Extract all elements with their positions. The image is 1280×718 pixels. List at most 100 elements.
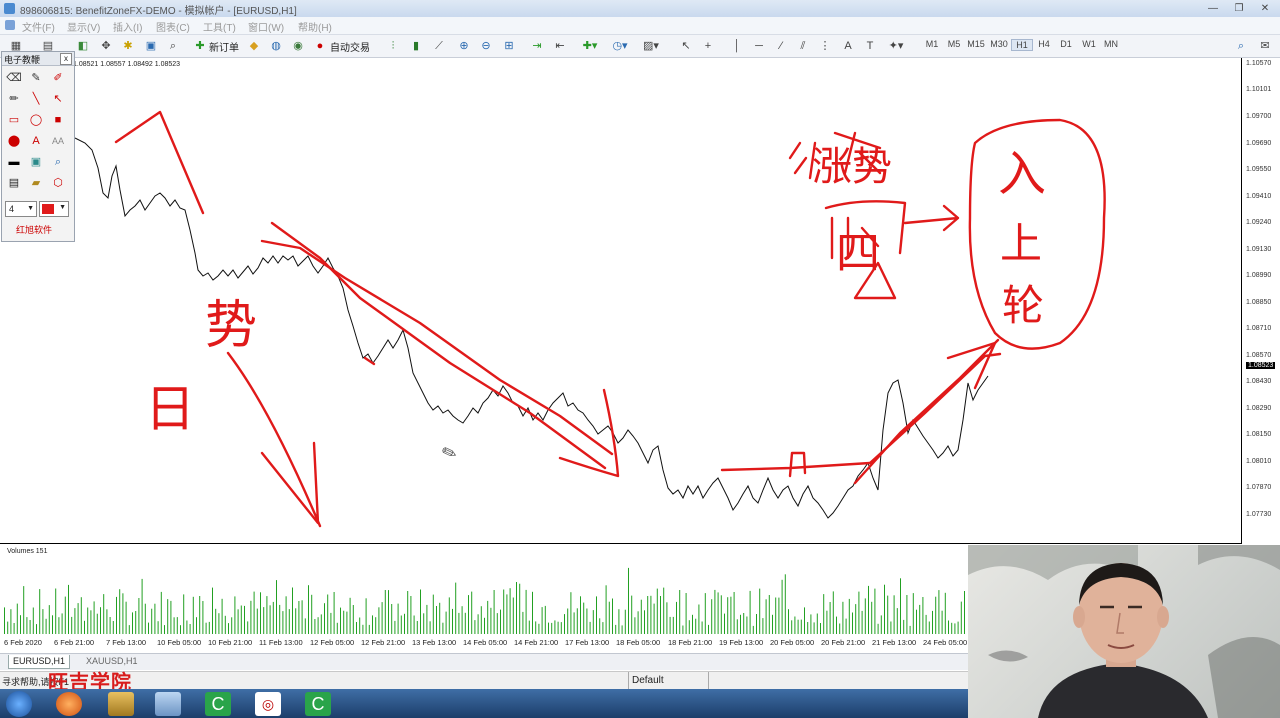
- start-button-icon[interactable]: [6, 691, 32, 717]
- line-chart-icon[interactable]: ⟋: [431, 38, 447, 54]
- app-c-icon[interactable]: C: [205, 692, 231, 716]
- browser-icon[interactable]: [56, 692, 82, 716]
- fibonacci-icon[interactable]: ⋮: [818, 38, 832, 54]
- volume-bar: [279, 604, 281, 634]
- ellipse-icon[interactable]: ◯: [28, 113, 44, 127]
- timeframe-mn[interactable]: MN: [1101, 39, 1121, 49]
- terminal-icon[interactable]: ▣: [143, 38, 159, 54]
- menu-help[interactable]: 帮助(H): [298, 19, 332, 34]
- tool-icon[interactable]: [108, 692, 134, 716]
- volume-bar: [301, 600, 303, 634]
- text-tool-icon[interactable]: A: [28, 134, 44, 148]
- price-axis: 1.10570 1.10101 1.09700 1.09690 1.09550 …: [1242, 58, 1280, 544]
- templates-icon[interactable]: ▨▾: [640, 38, 662, 54]
- line-width-select[interactable]: 4 ▼: [5, 201, 37, 217]
- magnifier-icon[interactable]: ⌕: [50, 155, 66, 169]
- chart-shift-icon[interactable]: ⇤: [552, 38, 568, 54]
- volume-bar: [20, 615, 21, 634]
- cursor-icon[interactable]: ↖: [679, 38, 693, 54]
- metaeditor-icon[interactable]: ◆: [246, 38, 262, 54]
- annotation-text-left-top: 势: [205, 296, 257, 356]
- volume-bar: [87, 607, 89, 634]
- timeframe-h1[interactable]: H1: [1011, 39, 1033, 51]
- pen-icon[interactable]: ✎: [28, 71, 44, 85]
- pencil-icon[interactable]: ✏: [6, 92, 22, 106]
- menu-tools[interactable]: 工具(T): [203, 19, 236, 34]
- filled-rectangle-icon[interactable]: ■: [50, 113, 66, 127]
- app-c2-icon[interactable]: C: [305, 692, 331, 716]
- clear-icon[interactable]: ⬡: [50, 176, 66, 190]
- volume-bar: [752, 625, 754, 634]
- market-icon[interactable]: ◉: [290, 38, 306, 54]
- menu-view[interactable]: 显示(V): [67, 19, 100, 34]
- timeframe-w1[interactable]: W1: [1079, 39, 1099, 49]
- marker-icon[interactable]: ✐: [50, 71, 66, 85]
- explorer-icon[interactable]: [155, 692, 181, 716]
- zoom-out-icon[interactable]: ⊖: [478, 38, 494, 54]
- new-order-button[interactable]: 新订单: [209, 39, 239, 54]
- volume-bar: [336, 622, 338, 634]
- horizontal-line-icon[interactable]: ─: [752, 38, 766, 54]
- color-select[interactable]: ▼: [39, 201, 69, 217]
- tile-windows-icon[interactable]: ⊞: [501, 38, 517, 54]
- menu-window[interactable]: 窗口(W): [248, 19, 284, 34]
- volume-bar: [653, 603, 655, 634]
- time-label: 18 Feb 05:00: [616, 638, 661, 647]
- windows-taskbar: C ◎ C: [0, 689, 968, 718]
- chat-icon[interactable]: ✉: [1258, 38, 1272, 54]
- menu-file[interactable]: 文件(F): [22, 19, 55, 34]
- auto-trading-button[interactable]: 自动交易: [330, 39, 370, 54]
- trendline-icon[interactable]: ⁄: [774, 38, 788, 54]
- timeframe-m15[interactable]: M15: [966, 39, 986, 49]
- palette-close-button[interactable]: x: [60, 53, 72, 65]
- arrows-icon[interactable]: ✦▾: [885, 38, 907, 54]
- auto-trading-icon[interactable]: ●: [313, 38, 327, 54]
- arrow-icon[interactable]: ↖: [50, 92, 66, 106]
- timeframe-m30[interactable]: M30: [989, 39, 1009, 49]
- text-label-icon[interactable]: T: [863, 38, 877, 54]
- screenshot-icon[interactable]: ▣: [28, 155, 44, 169]
- crosshair-icon[interactable]: +: [701, 38, 715, 54]
- search-icon[interactable]: ⌕: [1234, 38, 1248, 54]
- data-window-icon[interactable]: ✥: [98, 38, 114, 54]
- volume-bar: [391, 604, 393, 634]
- black-bar-icon[interactable]: ▬: [6, 155, 22, 169]
- timeframe-m1[interactable]: M1: [922, 39, 942, 49]
- volume-bar: [925, 614, 927, 634]
- menu-charts[interactable]: 图表(C): [156, 19, 190, 34]
- zoom-in-icon[interactable]: ⊕: [456, 38, 472, 54]
- vertical-line-icon[interactable]: │: [730, 38, 744, 54]
- signals-icon[interactable]: ◍: [268, 38, 284, 54]
- price-chart[interactable]: 势 日 涨势 四 入 上 轮 ✎: [0, 58, 1242, 544]
- market-watch-icon[interactable]: ◧: [75, 38, 91, 54]
- timeframe-m5[interactable]: M5: [944, 39, 964, 49]
- tester-icon[interactable]: ⌕: [165, 38, 181, 54]
- bar-chart-icon[interactable]: ⫶: [385, 38, 401, 54]
- autoscroll-icon[interactable]: ⇥: [529, 38, 545, 54]
- timeframe-h4[interactable]: H4: [1034, 39, 1054, 49]
- periods-icon[interactable]: ◷▾: [610, 38, 630, 54]
- volume-panel[interactable]: [0, 545, 968, 636]
- eraser-icon[interactable]: ⌫: [6, 71, 22, 85]
- rectangle-icon[interactable]: ▭: [6, 113, 22, 127]
- restore-button[interactable]: ❐: [1228, 2, 1250, 15]
- text-icon[interactable]: A: [841, 38, 855, 54]
- candlestick-icon[interactable]: ▮: [408, 38, 424, 54]
- trading-app-icon[interactable]: ◎: [255, 692, 281, 716]
- filled-ellipse-icon[interactable]: ⬤: [6, 134, 22, 148]
- line-icon[interactable]: ╲: [28, 92, 44, 106]
- timeframe-d1[interactable]: D1: [1056, 39, 1076, 49]
- volume-bar: [429, 621, 431, 634]
- font-size-icon[interactable]: AA: [50, 134, 66, 148]
- indicators-icon[interactable]: ✚▾: [580, 38, 600, 54]
- menu-insert[interactable]: 插入(I): [113, 19, 142, 34]
- open-folder-icon[interactable]: ▰: [28, 176, 44, 190]
- navigator-icon[interactable]: ✱: [120, 38, 136, 54]
- channel-icon[interactable]: ⫽: [796, 38, 810, 54]
- palette-header[interactable]: 电子教鞭 x: [2, 52, 74, 66]
- minimize-button[interactable]: —: [1202, 2, 1224, 15]
- doc-icon[interactable]: [5, 20, 15, 30]
- new-order-icon[interactable]: ✚: [193, 38, 207, 54]
- close-button[interactable]: ✕: [1254, 2, 1276, 15]
- save-icon[interactable]: ▤: [6, 176, 22, 190]
